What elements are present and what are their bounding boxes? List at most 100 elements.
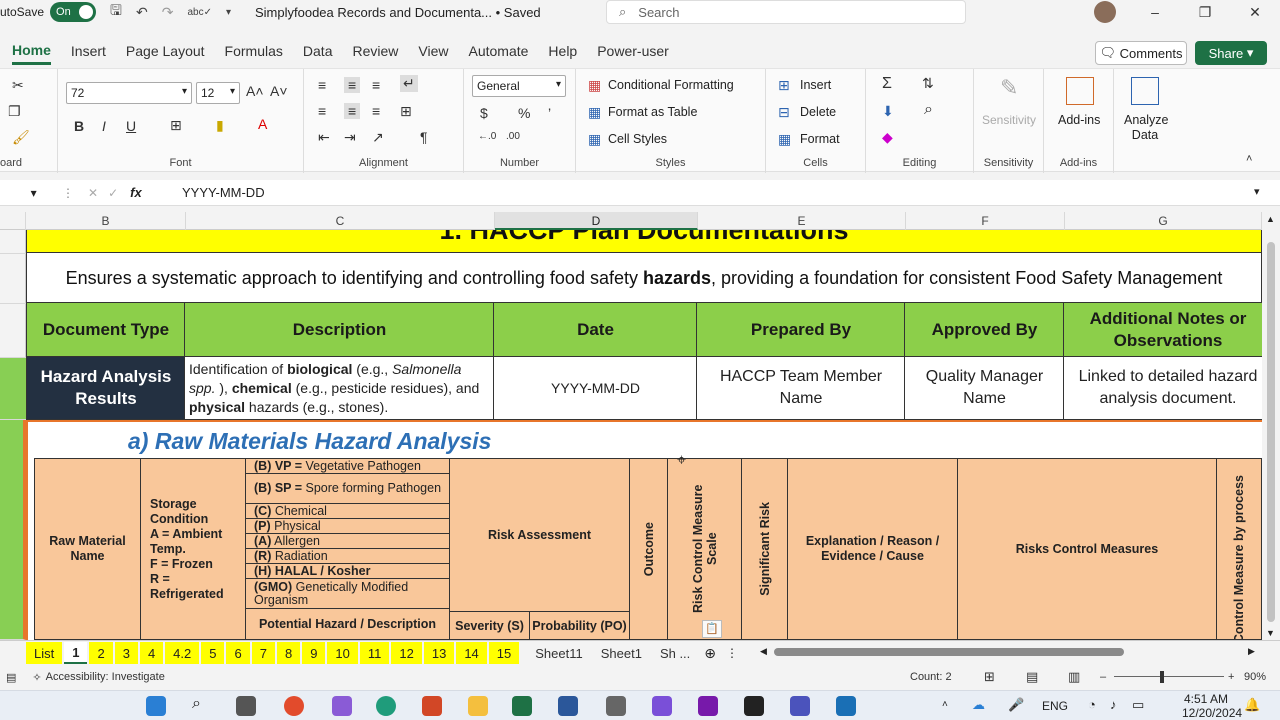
accessibility-status[interactable]: Accessibility: Investigate	[46, 671, 165, 683]
delete-cells-button[interactable]: Delete	[800, 105, 836, 119]
row-header[interactable]	[0, 420, 26, 640]
zoom-slider-thumb[interactable]	[1160, 671, 1164, 683]
header-prepared-by[interactable]: Prepared By	[696, 302, 906, 358]
redo-icon[interactable]: ↷	[162, 4, 174, 21]
font-size-select[interactable]: 12 ▾	[196, 82, 240, 104]
notification-bell-icon[interactable]: 🔔	[1244, 697, 1260, 713]
terminal-icon[interactable]	[744, 696, 764, 716]
decrease-indent-icon[interactable]: ⇤	[318, 129, 330, 146]
hazard-type-physical[interactable]: (P) Physical	[245, 518, 450, 534]
comments-button[interactable]: 🗨 Comments	[1095, 41, 1187, 65]
file-explorer-icon[interactable]	[468, 696, 488, 716]
bold-button[interactable]: B	[74, 118, 84, 134]
conditional-formatting-button[interactable]: Conditional Formatting	[608, 78, 734, 92]
hdr-outcome[interactable]: Outcome	[629, 458, 668, 640]
sheet-tab-12[interactable]: 12	[391, 642, 422, 664]
excel-icon[interactable]	[512, 696, 532, 716]
calculator-icon[interactable]	[606, 696, 626, 716]
column-header-e[interactable]: E	[698, 212, 906, 230]
sheet-tab-4-2[interactable]: 4.2	[165, 642, 200, 664]
microphone-icon[interactable]: 🎤	[1008, 697, 1024, 713]
document-title[interactable]: Simplyfoodea Records and Documenta... • …	[255, 5, 541, 20]
scroll-right-icon[interactable]: ▶	[1248, 646, 1255, 657]
hdr-type-control[interactable]: Type of Control Measure by process	[1216, 458, 1262, 640]
hdr-risk-controls[interactable]: Risks Control Measures	[957, 458, 1217, 640]
hazard-type-chemical[interactable]: (C) Chemical	[245, 503, 450, 519]
rtl-icon[interactable]: ¶	[420, 129, 428, 145]
copilot-icon[interactable]	[332, 696, 352, 716]
decrease-font-icon[interactable]: A˅	[270, 83, 288, 99]
cut-icon[interactable]: ✂	[12, 77, 24, 94]
hdr-risk-assessment[interactable]: Risk Assessment	[449, 458, 630, 612]
hazard-type-sp[interactable]: (B) SP = Spore forming Pathogen	[245, 473, 450, 504]
horizontal-scrollbar[interactable]: ◀ ▶	[760, 646, 1260, 658]
enter-formula-icon[interactable]: ✓	[108, 186, 118, 200]
comma-icon[interactable]: ’	[548, 105, 551, 121]
header-document-type[interactable]: Document Type	[26, 302, 186, 358]
haccp-title-cell[interactable]: 1. HACCP Plan Documentations	[26, 230, 1262, 254]
add-sheet-icon[interactable]: ⊕	[704, 645, 716, 662]
analyze-data-button[interactable]: Analyze Data	[1124, 113, 1168, 143]
fill-color-icon[interactable]: ▮	[216, 117, 224, 134]
autosum-icon[interactable]: Σ	[882, 75, 892, 93]
name-box[interactable]: ▾	[0, 186, 56, 200]
hdr-potential-hazard[interactable]: Potential Hazard / Description	[245, 608, 450, 640]
sheet-tab-6[interactable]: 6	[226, 642, 250, 664]
number-format-select[interactable]: General ▾	[472, 75, 566, 97]
cell-doc-type[interactable]: Hazard Analysis Results	[26, 356, 186, 420]
zoom-in-icon[interactable]: +	[1228, 671, 1234, 683]
sheet-tab-sheet1[interactable]: Sheet1	[593, 642, 650, 664]
save-icon[interactable]: 🖫	[110, 0, 122, 24]
cancel-formula-icon[interactable]: ✕	[88, 186, 98, 200]
macro-record-icon[interactable]: ▤	[6, 671, 16, 684]
increase-indent-icon[interactable]: ⇥	[344, 129, 356, 146]
language-indicator[interactable]: ENG	[1042, 699, 1068, 713]
sheet-tab-3[interactable]: 3	[114, 642, 138, 664]
autosave-toggle[interactable]: On	[50, 2, 97, 22]
share-button[interactable]: Share ▾	[1195, 41, 1267, 65]
column-header-b[interactable]: B	[26, 212, 186, 230]
sheet-tab-4[interactable]: 4	[139, 642, 164, 664]
minimize-button[interactable]: –	[1132, 0, 1178, 24]
sheet-tab-7[interactable]: 7	[251, 642, 275, 664]
qat-more-icon[interactable]: ▾	[226, 7, 231, 18]
cell-notes[interactable]: Linked to detailed hazard analysis docum…	[1063, 356, 1262, 420]
italic-button[interactable]: I	[102, 118, 106, 134]
hdr-probability[interactable]: Probability (PO)	[529, 611, 630, 640]
addins-button[interactable]: Add-ins	[1058, 113, 1100, 127]
cell-date[interactable]: YYYY-MM-DD	[493, 356, 698, 420]
header-additional-notes[interactable]: Additional Notes or Observations	[1063, 302, 1262, 358]
row-header[interactable]	[0, 230, 26, 254]
header-description[interactable]: Description	[184, 302, 495, 358]
orientation-icon[interactable]: ↗	[372, 129, 384, 146]
tab-view[interactable]: View	[418, 43, 448, 63]
sheet-tab-15[interactable]: 15	[488, 642, 520, 664]
onenote-icon[interactable]	[698, 696, 718, 716]
hazard-type-halal[interactable]: (H) HALAL / Kosher	[245, 563, 450, 579]
taskbar-search-icon[interactable]: ⌕	[192, 695, 201, 713]
find-select-icon[interactable]: ⌕	[924, 101, 933, 119]
insert-cells-button[interactable]: Insert	[800, 78, 831, 92]
increase-decimal-icon[interactable]: ←.0	[478, 131, 496, 142]
sheet-tab-sheet11[interactable]: Sheet11	[527, 642, 590, 664]
tab-review[interactable]: Review	[352, 43, 398, 63]
tab-home[interactable]: Home	[12, 42, 51, 65]
hdr-raw-material[interactable]: Raw Material Name	[34, 458, 141, 640]
font-name-select[interactable]: 72 ▾	[66, 82, 192, 104]
borders-icon[interactable]: ⊞	[170, 117, 182, 134]
chrome-icon[interactable]	[284, 696, 304, 716]
page-break-view-icon[interactable]: ▥	[1068, 669, 1080, 685]
app-icon[interactable]	[652, 696, 672, 716]
sheet-tab-8[interactable]: 8	[276, 642, 301, 664]
decrease-decimal-icon[interactable]: .00	[506, 131, 520, 142]
tab-help[interactable]: Help	[548, 43, 577, 63]
currency-icon[interactable]: $	[480, 105, 488, 121]
align-top-icon[interactable]: ≡	[318, 77, 326, 93]
horizontal-scroll-thumb[interactable]	[774, 648, 1124, 656]
hdr-storage-condition[interactable]: Storage Condition A = Ambient Temp. F = …	[140, 458, 246, 640]
formula-input[interactable]: YYYY-MM-DD	[182, 185, 265, 200]
column-header-f[interactable]: F	[906, 212, 1065, 230]
banner-cell[interactable]: Ensures a systematic approach to identif…	[26, 252, 1262, 304]
corner-select[interactable]	[0, 212, 26, 230]
copy-icon[interactable]: ❐	[8, 103, 21, 120]
